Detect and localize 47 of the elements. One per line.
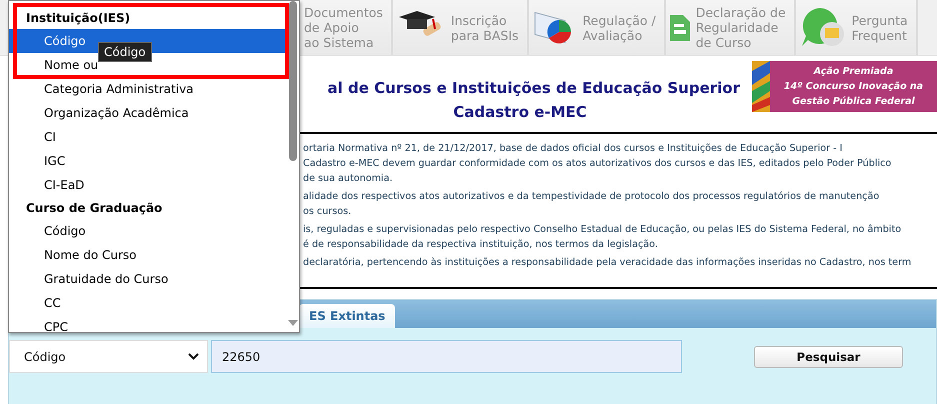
nav-label: ao Sistema — [304, 35, 375, 50]
search-input[interactable]: 22650 — [211, 340, 682, 373]
nav-label: Pergunta — [852, 12, 908, 28]
dropdown-option[interactable]: Organização Acadêmica — [9, 101, 287, 125]
dropdown-option[interactable]: Categoria Administrativa — [9, 77, 287, 101]
nav-label: Declaração de — [696, 5, 786, 20]
page-title: al de Cursos e Instituições de Educação Superior — [328, 78, 740, 99]
page-title: Cadastro e-MEC — [453, 102, 587, 123]
dropdown-option[interactable]: Gratuidade do Curso — [9, 267, 287, 291]
notice-text: is, reguladas e supervisionadas pelo respectivo Conselho Estadual de Educação, ou pelas IES do Sistema Federal, no âmbito — [303, 223, 902, 237]
nav-label: Regularidade — [696, 20, 780, 35]
tab[interactable]: ES Extintas — [299, 304, 396, 328]
chevron-down-icon — [188, 353, 199, 360]
notice-text: Cadastro e-MEC devem guardar conformidade com os atos autorizativos dos cursos e das IES, editados pelo Poder Público — [303, 157, 892, 171]
document-icon — [670, 14, 690, 40]
scrollbar-thumb[interactable] — [289, 1, 297, 161]
dropdown-option[interactable]: CPC — [9, 315, 287, 332]
notice-text: os cursos. — [303, 205, 352, 219]
notice-text: é de responsabilidade da respectiva instituição, nos termos da legislação. — [303, 238, 659, 252]
dropdown-option[interactable]: Nome do Curso — [9, 243, 287, 267]
scroll-down-icon[interactable] — [288, 320, 298, 326]
banner-text: Gestão Pública Federal — [792, 95, 915, 109]
search-button[interactable]: Pesquisar — [754, 346, 903, 368]
notice-text: ortaria Normativa nº 21, de 21/12/2017, base de dados oficial dos cursos e Instituições de Educação Superior - I — [303, 142, 844, 156]
dropdown-option[interactable]: CI — [9, 125, 287, 149]
banner-text: 14º Concurso Inovação na — [784, 80, 924, 94]
dropdown-option[interactable]: Código — [9, 219, 287, 243]
option-group-label: Curso de Graduação — [25, 200, 164, 217]
field-select[interactable]: Código — [9, 340, 208, 373]
option-group-label: Instituição(IES) — [25, 10, 132, 27]
abstract-pattern-icon — [752, 61, 770, 112]
nav-label: Avaliação — [582, 28, 642, 42]
banner-text: Ação Premiada — [814, 65, 894, 79]
notice-text: declaratória, pertencendo às instituições a responsabilidade pela veracidade das informações inseridas no Cadastro, nos term — [303, 256, 912, 270]
nav-label: Inscrição — [450, 12, 508, 28]
dropdown-option[interactable]: IGC — [9, 149, 287, 173]
dropdown-option[interactable]: CI-EaD — [9, 173, 287, 197]
tooltip: Código — [98, 42, 152, 62]
nav-label: para BASIs — [450, 28, 519, 42]
nav-label: Regulação / — [582, 12, 656, 28]
nav-label: de Apoio — [304, 20, 360, 35]
nav-label: Frequent — [852, 28, 908, 42]
notice-text: alidade dos respectivos atos autorizativos e da tempestividade de protocolo dos processos regulatórios de manutenção — [303, 190, 880, 204]
dropdown-option[interactable]: CC — [9, 291, 287, 315]
nav-label: de Curso — [696, 35, 752, 50]
nav-label: Documentos — [304, 5, 383, 20]
notice-text: de sua autonomia. — [303, 172, 394, 186]
